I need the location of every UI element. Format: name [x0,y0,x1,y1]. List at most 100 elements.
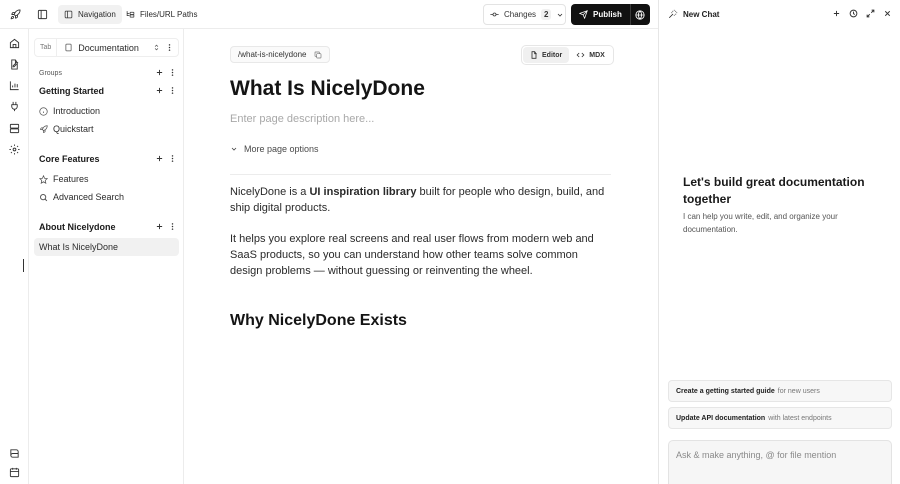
editor-icon [530,51,538,59]
analytics-icon[interactable] [9,80,20,91]
rocket-icon [39,124,48,134]
search-icon [39,193,48,202]
sidebar-item-label: Quickstart [53,124,94,134]
add-page-plus-icon[interactable] [155,222,164,231]
sidebar-item-label: Features [53,174,89,184]
database-icon[interactable] [9,123,20,134]
sidebar-toggle-icon[interactable] [37,9,48,20]
groups-label: Groups [39,69,62,77]
suggestion-detail: with latest endpoints [768,414,832,422]
tab-selector[interactable]: Tab Documentation [34,38,179,57]
changes-label: Changes [504,10,537,19]
changes-count-badge: 2 [541,9,552,20]
suggestion-getting-started[interactable]: Create a getting started guide for new us… [668,380,892,402]
resize-handle[interactable] [23,259,24,272]
divider [230,174,611,175]
paragraph-intro[interactable]: NicelyDone is a UI inspiration library b… [230,184,610,216]
tab-mdx-label: MDX [589,51,605,59]
group-about-nicelydone[interactable]: About Nicelydone [34,218,179,236]
chat-actions [832,9,892,18]
rocket-icon[interactable] [10,9,21,20]
history-icon[interactable] [849,9,858,18]
group-title: Core Features [39,154,100,164]
view-mode-toggle: Editor MDX [521,45,614,65]
add-group-plus-icon[interactable] [155,68,164,77]
sidebar-item-quickstart[interactable]: Quickstart [34,120,179,138]
publish-split-button: Publish [571,4,650,25]
edit-page-icon[interactable] [9,59,20,70]
chat-input[interactable] [676,450,884,460]
expand-icon[interactable] [866,9,875,18]
book-icon[interactable] [9,448,20,459]
slug-text: /what-is-nicelydone [238,50,307,59]
more-page-options-toggle[interactable]: More page options [230,144,319,154]
page-title[interactable]: What Is NicelyDone [230,77,425,101]
suggestion-main: Update API documentation [676,414,766,422]
chevron-down-icon [556,11,564,19]
group-core-features[interactable]: Core Features [34,150,179,168]
calendar-icon[interactable] [9,467,20,478]
layout-icon [64,10,73,19]
chat-welcome: Let's build great documentation together… [683,174,873,236]
send-icon [579,10,588,19]
sidebar-item-label: What Is NicelyDone [39,242,119,252]
sidebar-item-label: Advanced Search [53,192,125,202]
more-vertical-icon[interactable] [170,68,175,77]
chat-header: New Chat [668,9,719,19]
suggestion-update-api[interactable]: Update API documentation with latest endp… [668,407,892,429]
tab-navigation[interactable]: Navigation [58,5,122,24]
group-title: Getting Started [39,86,105,96]
info-icon [39,106,48,116]
folder-tree-icon [126,10,135,19]
tab-editor-label: Editor [542,51,563,59]
navigation-sidebar: Tab Documentation Groups Getting Started… [29,29,184,484]
tab-editor[interactable]: Editor [523,47,570,63]
settings-icon[interactable] [9,144,20,155]
publish-label: Publish [593,10,622,19]
top-bar: Navigation Files/URL Paths Changes 2 Pub… [0,0,658,29]
tab-mdx[interactable]: MDX [569,47,612,63]
publish-button[interactable]: Publish [571,4,631,25]
commit-icon [490,10,499,19]
more-page-options-label: More page options [244,144,319,154]
chat-panel: New Chat Let's build great documentation… [658,0,900,484]
tab-files-url-paths[interactable]: Files/URL Paths [120,5,204,24]
tab-files-label: Files/URL Paths [140,10,198,19]
globe-button[interactable] [631,4,650,25]
chevron-down-icon [230,145,238,153]
home-icon[interactable] [9,38,20,49]
plug-icon[interactable] [9,101,20,112]
tab-selector-label: Tab [35,39,58,56]
copy-icon[interactable] [314,51,322,59]
sidebar-item-introduction[interactable]: Introduction [34,102,179,120]
groups-header: Groups [34,64,179,82]
group-getting-started[interactable]: Getting Started [34,82,179,100]
paragraph-intro-before: NicelyDone is a [230,186,310,198]
sidebar-item-advanced-search[interactable]: Advanced Search [34,188,179,206]
magic-wand-icon [668,9,678,19]
changes-dropdown[interactable]: Changes 2 [483,4,566,25]
page-slug[interactable]: /what-is-nicelydone [230,46,331,63]
suggestion-main: Create a getting started guide [676,387,775,395]
page-description-placeholder[interactable]: Enter page description here... [230,113,374,125]
more-vertical-icon[interactable] [170,154,175,163]
add-page-plus-icon[interactable] [155,86,164,95]
tab-navigation-label: Navigation [78,10,116,19]
chevron-updown-icon [153,44,160,51]
more-vertical-icon[interactable] [170,222,175,231]
more-vertical-icon[interactable] [166,43,173,52]
group-title: About Nicelydone [39,222,116,232]
add-page-plus-icon[interactable] [155,154,164,163]
star-icon [39,174,48,184]
sidebar-item-features[interactable]: Features [34,170,179,188]
chat-title: New Chat [683,9,720,19]
plus-icon[interactable] [832,9,841,18]
paragraph-description[interactable]: It helps you explore real screens and re… [230,231,610,279]
tab-selector-value: Documentation [78,42,139,53]
code-icon [576,51,585,59]
close-icon[interactable] [883,9,892,18]
sidebar-item-what-is-nicelydone[interactable]: What Is NicelyDone [34,238,179,256]
page-editor: /what-is-nicelydone Editor MDX What Is N… [184,29,658,484]
more-vertical-icon[interactable] [170,86,175,95]
section-heading[interactable]: Why NicelyDone Exists [230,312,407,330]
